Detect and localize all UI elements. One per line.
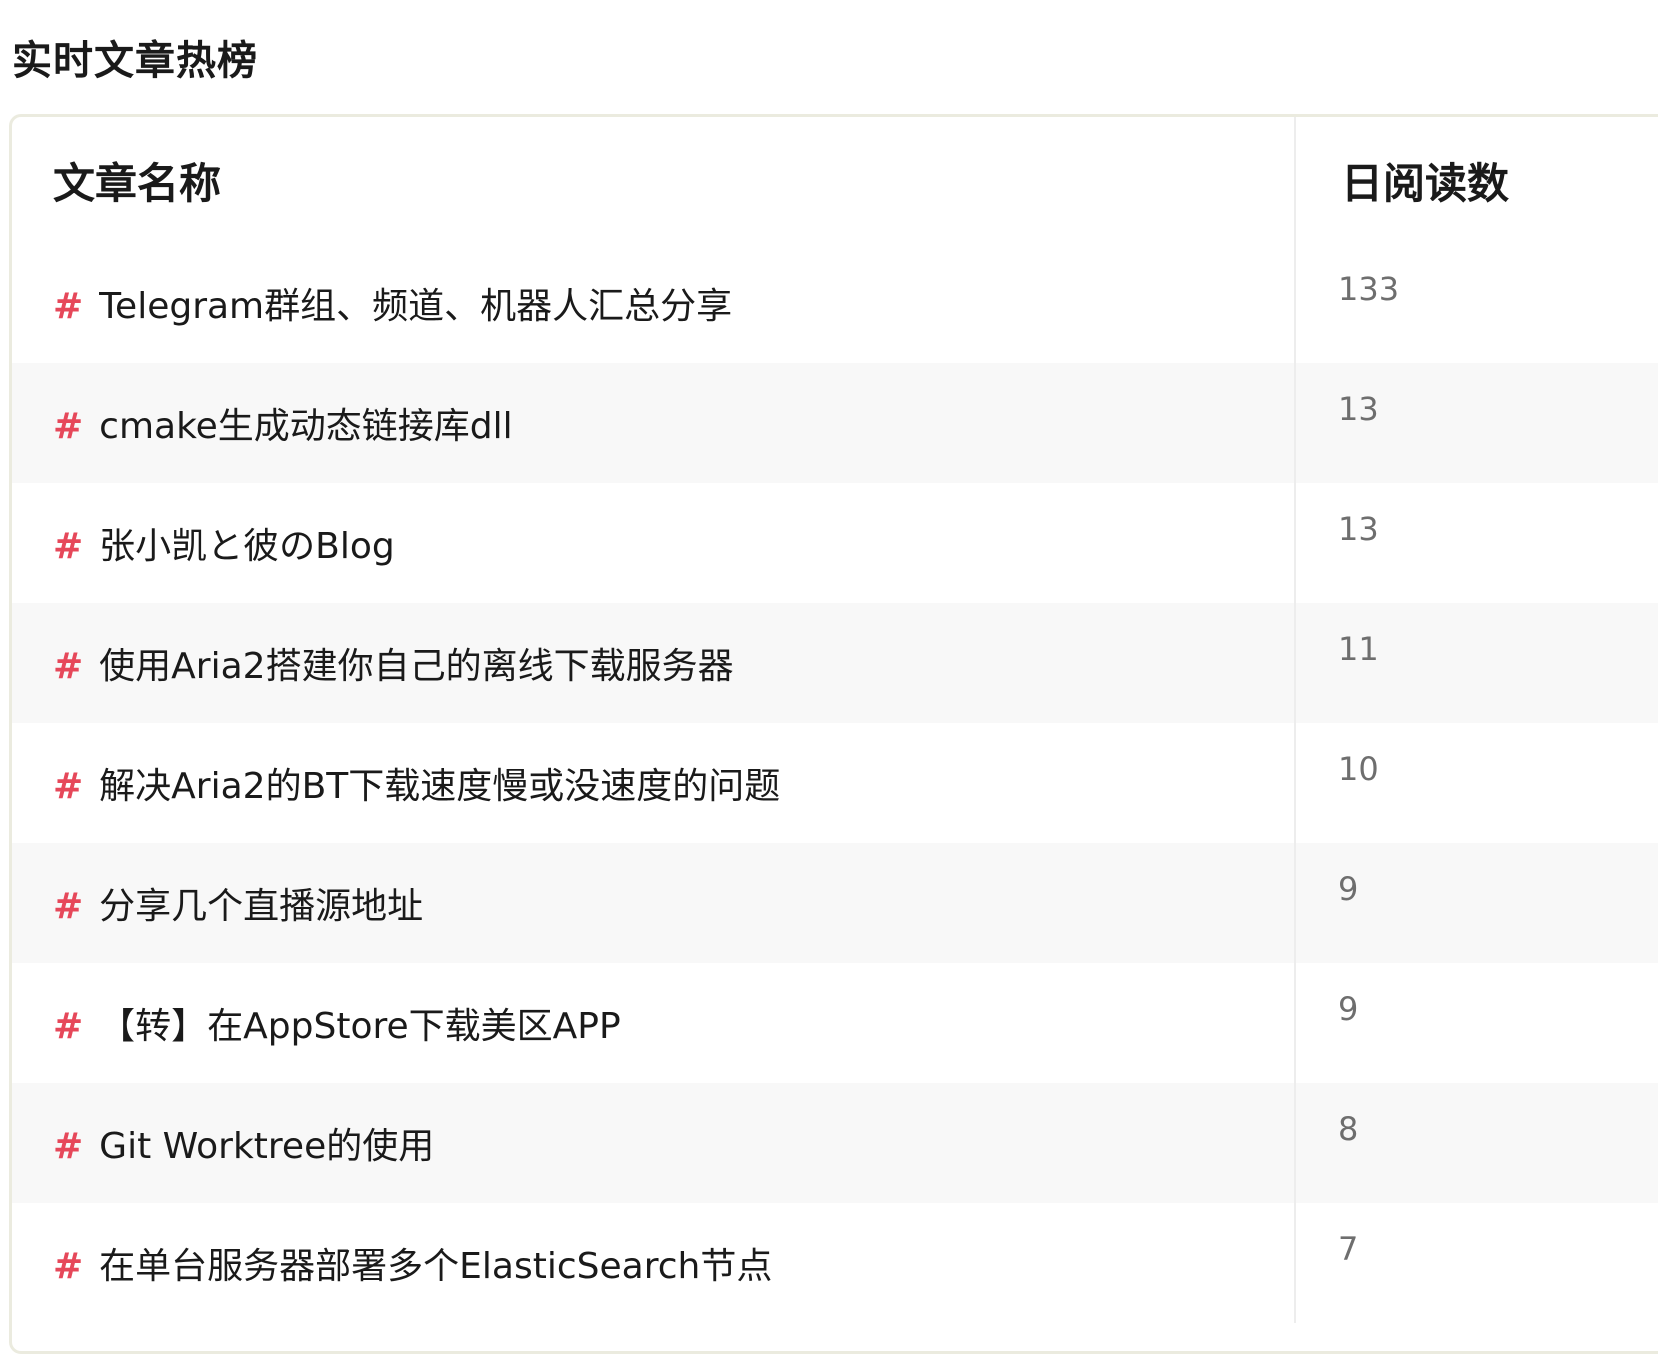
article-name-cell: # cmake生成动态链接库dll bbox=[12, 363, 1295, 483]
hash-icon: # bbox=[53, 286, 84, 327]
table-row: # 分享几个直播源地址 9 bbox=[12, 843, 1658, 963]
table-row: # cmake生成动态链接库dll 13 bbox=[12, 363, 1658, 483]
table-row: # 在单台服务器部署多个ElasticSearch节点 7 bbox=[12, 1203, 1658, 1323]
article-link[interactable]: 【转】在AppStore下载美区APP bbox=[99, 1006, 621, 1047]
daily-reads-cell: 8 bbox=[1294, 1083, 1658, 1203]
article-name-cell: # 在单台服务器部署多个ElasticSearch节点 bbox=[12, 1203, 1295, 1323]
column-header-daily-reads: 日阅读数 bbox=[1294, 117, 1658, 243]
hash-icon: # bbox=[53, 1126, 84, 1167]
table-row: # 张小凯と彼のBlog 13 bbox=[12, 483, 1658, 603]
hash-icon: # bbox=[53, 406, 84, 447]
daily-reads-cell: 7 bbox=[1294, 1203, 1658, 1323]
article-name-cell: # 解决Aria2的BT下载速度慢或没速度的问题 bbox=[12, 723, 1295, 843]
article-name-cell: # 【转】在AppStore下载美区APP bbox=[12, 963, 1295, 1083]
hash-icon: # bbox=[53, 1006, 84, 1047]
article-link[interactable]: Git Worktree的使用 bbox=[99, 1126, 434, 1167]
daily-reads-cell: 11 bbox=[1294, 603, 1658, 723]
table-row: # 【转】在AppStore下载美区APP 9 bbox=[12, 963, 1658, 1083]
daily-reads-cell: 13 bbox=[1294, 483, 1658, 603]
article-link[interactable]: 使用Aria2搭建你自己的离线下载服务器 bbox=[99, 646, 733, 687]
table-row: # 解决Aria2的BT下载速度慢或没速度的问题 10 bbox=[12, 723, 1658, 843]
hash-icon: # bbox=[53, 1246, 84, 1287]
table-header-row: 文章名称 日阅读数 bbox=[12, 117, 1658, 243]
article-name-cell: # 分享几个直播源地址 bbox=[12, 843, 1295, 963]
daily-reads-cell: 9 bbox=[1294, 843, 1658, 963]
daily-reads-cell: 133 bbox=[1294, 243, 1658, 363]
article-link[interactable]: cmake生成动态链接库dll bbox=[99, 406, 513, 447]
hash-icon: # bbox=[53, 886, 84, 927]
daily-reads-cell: 13 bbox=[1294, 363, 1658, 483]
article-link[interactable]: 张小凯と彼のBlog bbox=[99, 526, 395, 567]
daily-reads-cell: 9 bbox=[1294, 963, 1658, 1083]
table-row: # Git Worktree的使用 8 bbox=[12, 1083, 1658, 1203]
daily-reads-cell: 10 bbox=[1294, 723, 1658, 843]
hot-articles-table: 文章名称 日阅读数 # Telegram群组、频道、机器人汇总分享 133 # cm… bbox=[9, 114, 1658, 1354]
table-row: # Telegram群组、频道、机器人汇总分享 133 bbox=[12, 243, 1658, 363]
article-link[interactable]: 分享几个直播源地址 bbox=[99, 886, 423, 927]
article-name-cell: # 张小凯と彼のBlog bbox=[12, 483, 1295, 603]
table-row: # 使用Aria2搭建你自己的离线下载服务器 11 bbox=[12, 603, 1658, 723]
article-link[interactable]: 解决Aria2的BT下载速度慢或没速度的问题 bbox=[99, 766, 780, 807]
section-title: 实时文章热榜 bbox=[12, 38, 258, 84]
hash-icon: # bbox=[53, 646, 84, 687]
article-link[interactable]: 在单台服务器部署多个ElasticSearch节点 bbox=[99, 1246, 772, 1287]
column-header-article-name: 文章名称 bbox=[53, 158, 222, 208]
article-name-cell: # Telegram群组、频道、机器人汇总分享 bbox=[12, 243, 1295, 363]
hash-icon: # bbox=[53, 526, 84, 567]
hash-icon: # bbox=[53, 766, 84, 807]
article-name-cell: # Git Worktree的使用 bbox=[12, 1083, 1295, 1203]
article-name-cell: # 使用Aria2搭建你自己的离线下载服务器 bbox=[12, 603, 1295, 723]
article-link[interactable]: Telegram群组、频道、机器人汇总分享 bbox=[99, 286, 732, 327]
articles-table: 文章名称 日阅读数 # Telegram群组、频道、机器人汇总分享 133 # cm… bbox=[12, 117, 1658, 1323]
